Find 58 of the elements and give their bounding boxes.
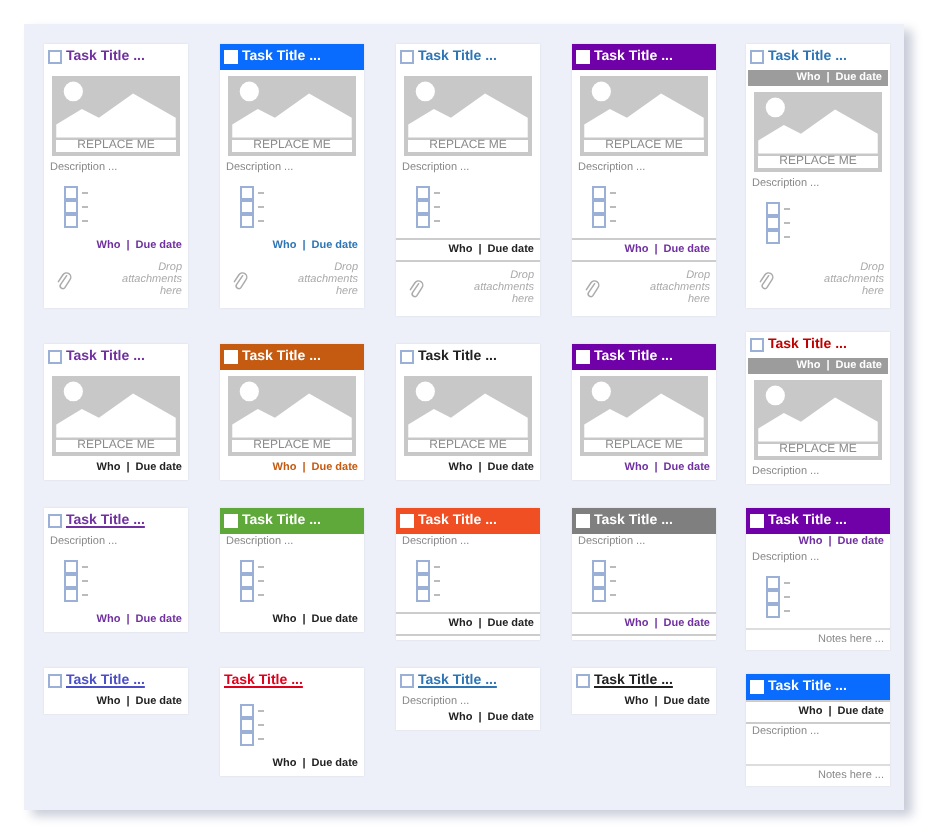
- checklist-checkbox[interactable]: [592, 560, 606, 574]
- checklist-checkbox[interactable]: [416, 574, 430, 588]
- title-checkbox[interactable]: [576, 674, 590, 688]
- mountain-icon: [404, 76, 532, 142]
- checklist-checkbox[interactable]: [416, 588, 430, 602]
- checklist-checkbox[interactable]: [766, 216, 780, 230]
- checklist-checkbox[interactable]: [240, 574, 254, 588]
- paperclip-icon[interactable]: [408, 277, 424, 299]
- title-checkbox[interactable]: [400, 674, 414, 688]
- mountain-icon: [52, 376, 180, 442]
- checklist-checkbox[interactable]: [416, 186, 430, 200]
- checklist-checkbox[interactable]: [240, 186, 254, 200]
- title-checkbox[interactable]: [48, 350, 62, 364]
- title-checkbox[interactable]: [48, 514, 62, 528]
- checklist-checkbox[interactable]: [64, 200, 78, 214]
- mountain-icon: [228, 76, 356, 142]
- checklist-checkbox[interactable]: [240, 718, 254, 732]
- mountain-icon: [754, 92, 882, 158]
- paperclip-icon[interactable]: [584, 277, 600, 299]
- title-checkbox[interactable]: [48, 50, 62, 64]
- mountain-icon: [580, 376, 708, 442]
- checklist-checkbox[interactable]: [240, 214, 254, 228]
- checklist-checkbox[interactable]: [240, 704, 254, 718]
- paperclip-icon[interactable]: [232, 269, 248, 291]
- checklist-checkbox[interactable]: [592, 588, 606, 602]
- checklist-checkbox[interactable]: [64, 186, 78, 200]
- title-checkbox[interactable]: [400, 350, 414, 364]
- checklist-checkbox[interactable]: [592, 214, 606, 228]
- checklist-checkbox[interactable]: [592, 574, 606, 588]
- checklist-checkbox[interactable]: [240, 560, 254, 574]
- checklist-checkbox[interactable]: [592, 200, 606, 214]
- checklist-checkbox[interactable]: [416, 560, 430, 574]
- checklist-checkbox[interactable]: [64, 574, 78, 588]
- checklist-checkbox[interactable]: [766, 590, 780, 604]
- title-checkbox[interactable]: [48, 674, 62, 688]
- mountain-icon: [52, 76, 180, 142]
- title-checkbox[interactable]: [400, 50, 414, 64]
- checklist-checkbox[interactable]: [766, 604, 780, 618]
- paperclip-icon[interactable]: [758, 269, 774, 291]
- mountain-icon: [228, 376, 356, 442]
- title-checkbox[interactable]: [750, 50, 764, 64]
- mountain-icon: [754, 380, 882, 446]
- checklist-checkbox[interactable]: [240, 732, 254, 746]
- checklist-checkbox[interactable]: [416, 214, 430, 228]
- checklist-checkbox[interactable]: [592, 186, 606, 200]
- checklist-checkbox[interactable]: [766, 576, 780, 590]
- checklist-checkbox[interactable]: [64, 214, 78, 228]
- checklist-checkbox[interactable]: [240, 200, 254, 214]
- checklist-checkbox[interactable]: [240, 588, 254, 602]
- mountain-icon: [580, 76, 708, 142]
- checklist-checkbox[interactable]: [416, 200, 430, 214]
- checklist-checkbox[interactable]: [766, 202, 780, 216]
- checklist-checkbox[interactable]: [64, 560, 78, 574]
- mountain-icon: [404, 376, 532, 442]
- checklist-checkbox[interactable]: [64, 588, 78, 602]
- paperclip-icon[interactable]: [56, 269, 72, 291]
- checklist-checkbox[interactable]: [766, 230, 780, 244]
- title-checkbox[interactable]: [750, 338, 764, 352]
